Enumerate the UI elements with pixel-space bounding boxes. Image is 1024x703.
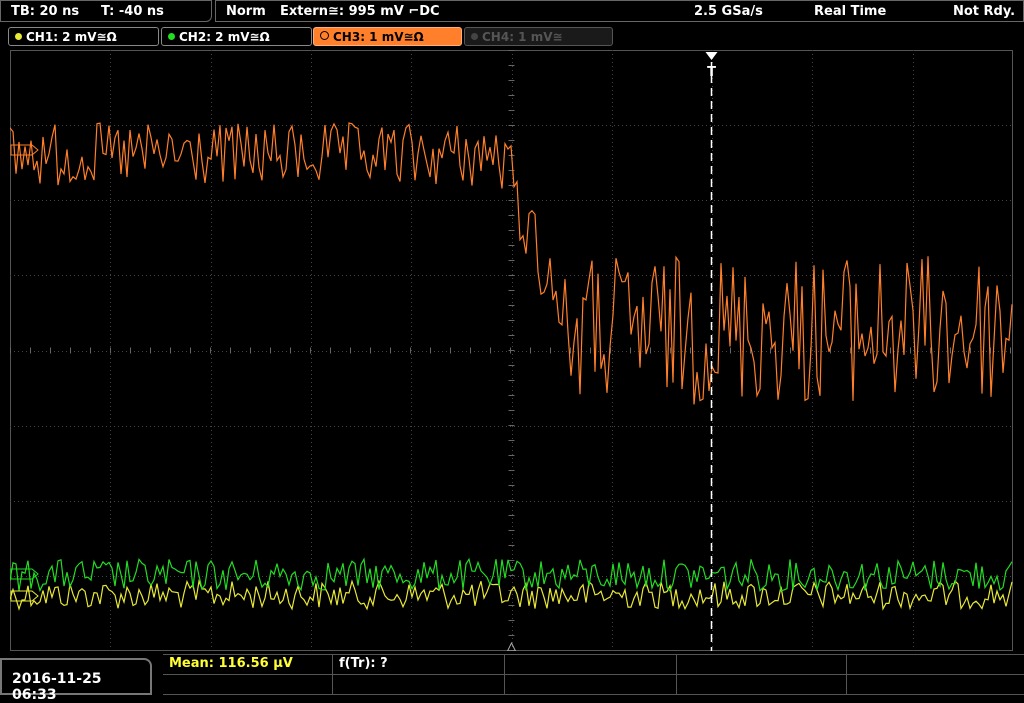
ch2-indicator-icon — [168, 33, 175, 40]
trigger-source-label: Extern≅: 995 mV ⌐DC — [280, 4, 440, 19]
channel-tab-ch2[interactable]: CH2: 2 mV≅Ω — [161, 27, 312, 46]
ch1-trace — [10, 578, 1013, 611]
timebase-label: TB: 20 ns — [11, 4, 80, 19]
measurement-frequency[interactable]: f(Tr): ? — [333, 655, 505, 675]
ch3-indicator-icon — [320, 31, 329, 40]
graticule — [10, 50, 1013, 651]
waveform-canvas[interactable]: T — [10, 50, 1013, 651]
measurement-panel[interactable]: Mean: 116.56 µV f(Tr): ? — [163, 654, 1024, 696]
trigger-mode-label: Norm — [226, 4, 266, 19]
ch2-label: CH2: 2 mV≅Ω — [179, 30, 270, 44]
top-status-bar: TB: 20 ns T: -40 ns Norm Extern≅: 995 mV… — [0, 0, 1024, 24]
channel-tab-ch4[interactable]: CH4: 1 mV≅ — [464, 27, 613, 46]
measurement-slot-7[interactable] — [333, 675, 505, 695]
datetime-display: 2016-11-25 06:33 — [0, 658, 152, 703]
acquisition-mode-label: Real Time — [814, 4, 887, 19]
channel-tab-ch1[interactable]: CH1: 2 mV≅Ω — [8, 27, 159, 46]
acquisition-status-panel[interactable]: Norm Extern≅: 995 mV ⌐DC 2.5 GSa/s Real … — [215, 0, 1024, 22]
center-reference-icon — [506, 641, 517, 651]
measurement-slot-3[interactable] — [505, 655, 677, 675]
measurement-slot-10[interactable] — [847, 675, 1024, 695]
ch4-label: CH4: 1 mV≅ — [482, 30, 563, 44]
ch4-indicator-icon — [471, 33, 478, 40]
measurement-slot-8[interactable] — [505, 675, 677, 695]
trigger-label: T — [707, 65, 716, 80]
measurement-slot-5[interactable] — [847, 655, 1024, 675]
trigger-arrow-icon[interactable] — [705, 52, 718, 60]
run-status-label: Not Rdy. — [953, 4, 1016, 19]
ch3-trace — [10, 122, 1013, 405]
ch3-label: CH3: 1 mV≅Ω — [333, 30, 424, 44]
trigger-time-label: T: -40 ns — [101, 4, 164, 19]
channel-tab-ch3[interactable]: CH3: 1 mV≅Ω — [313, 27, 462, 46]
bottom-bar: 2016-11-25 06:33 Mean: 116.56 µV f(Tr): … — [0, 654, 1024, 703]
ch1-label: CH1: 2 mV≅Ω — [26, 30, 117, 44]
measurement-slot-6[interactable] — [163, 675, 333, 695]
timebase-panel[interactable]: TB: 20 ns T: -40 ns — [0, 0, 212, 22]
measurement-mean[interactable]: Mean: 116.56 µV — [163, 655, 333, 675]
measurement-slot-4[interactable] — [677, 655, 847, 675]
sample-rate-label: 2.5 GSa/s — [694, 4, 763, 19]
measurement-slot-9[interactable] — [677, 675, 847, 695]
ch1-indicator-icon — [15, 33, 22, 40]
